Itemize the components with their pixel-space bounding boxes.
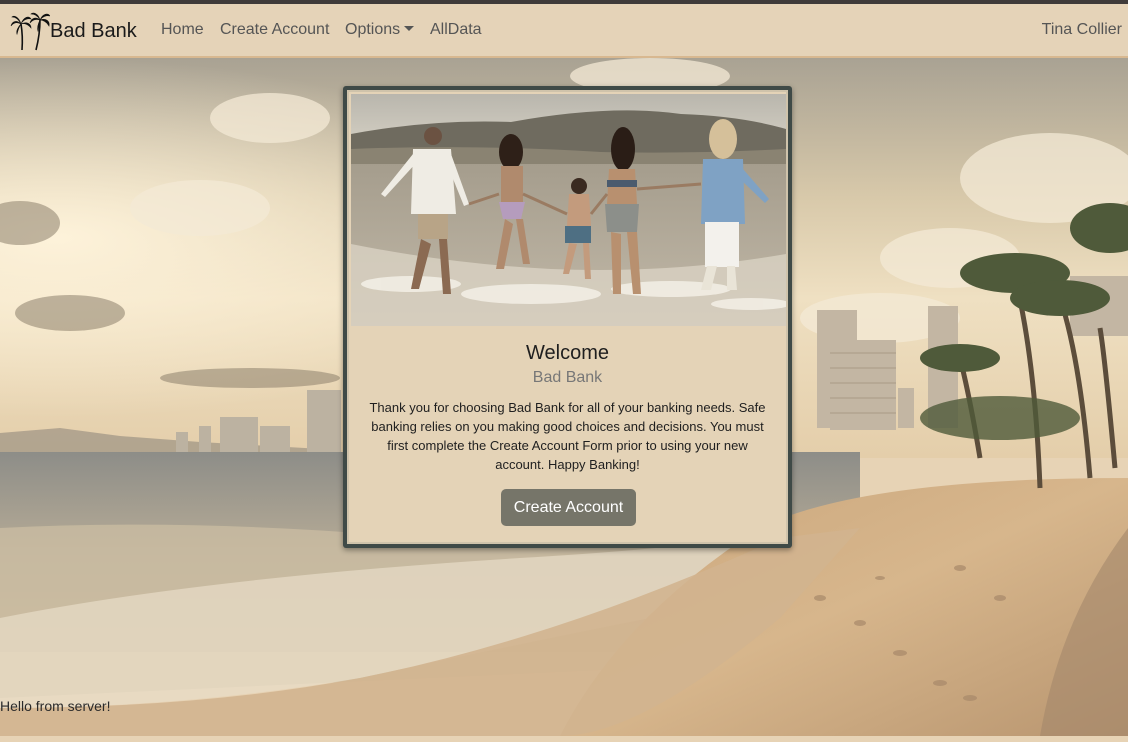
welcome-card-body: Welcome Bad Bank Thank you for choosing …	[347, 90, 788, 544]
palm-trees-icon	[10, 12, 50, 51]
create-account-button[interactable]: Create Account	[501, 489, 636, 526]
footer-strip	[0, 736, 1128, 742]
card-title: Welcome	[526, 342, 609, 364]
chevron-down-icon	[404, 26, 415, 31]
nav-home-link[interactable]: Home	[161, 21, 204, 39]
brand-link[interactable]: Bad Bank	[10, 10, 137, 52]
navbar: Bad Bank Home Create Account Options All…	[0, 4, 1128, 58]
card-description: Thank you for choosing Bad Bank for all …	[369, 400, 766, 472]
brand-label: Bad Bank	[50, 19, 137, 42]
nav-user-name[interactable]: Tina Collier	[1042, 21, 1122, 39]
server-message: Hello from server!	[0, 698, 111, 714]
welcome-card: Welcome Bad Bank Thank you for choosing …	[343, 86, 792, 548]
family-beach-photo	[351, 94, 786, 326]
nav-options-dropdown[interactable]: Options	[345, 21, 415, 39]
card-subtitle: Bad Bank	[532, 369, 603, 386]
nav-options-label: Options	[345, 21, 401, 38]
nav-alldata-link[interactable]: AllData	[430, 21, 482, 39]
nav-create-account-link[interactable]: Create Account	[220, 21, 329, 39]
